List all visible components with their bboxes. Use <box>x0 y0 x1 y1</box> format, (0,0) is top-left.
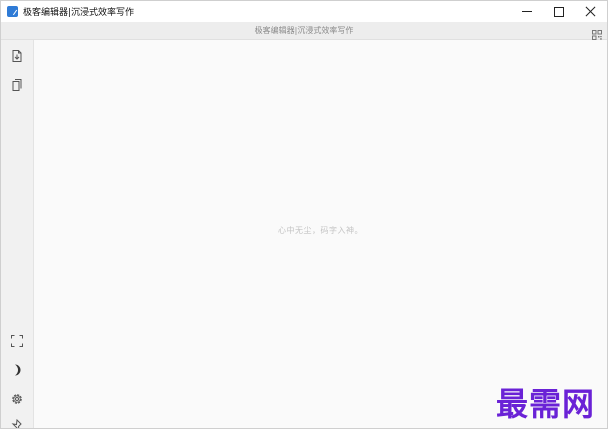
new-file-button[interactable] <box>10 49 24 63</box>
gear-icon <box>12 394 22 404</box>
settings-button[interactable] <box>10 392 24 406</box>
new-file-icon <box>12 50 22 62</box>
app-icon <box>7 6 18 17</box>
close-icon <box>585 6 596 17</box>
window-title: 极客编辑器|沉浸式效率写作 <box>23 8 135 18</box>
maximize-icon <box>554 7 564 17</box>
editor-area[interactable]: 心中无尘，码字入神。 <box>34 40 607 428</box>
fullscreen-button[interactable] <box>10 334 24 348</box>
minimize-button[interactable] <box>511 1 543 22</box>
copy-file-button[interactable] <box>10 78 24 92</box>
pin-icon <box>11 419 22 428</box>
dark-mode-button[interactable] <box>10 363 24 377</box>
pin-button[interactable] <box>10 419 24 428</box>
fullscreen-icon <box>11 335 23 347</box>
window-controls <box>511 1 607 22</box>
maximize-button[interactable] <box>543 1 575 22</box>
moon-icon <box>15 364 21 376</box>
close-button[interactable] <box>575 1 607 22</box>
sidebar <box>1 40 34 428</box>
document-title-bar: 极客编辑器|沉浸式效率写作 <box>1 22 607 40</box>
document-title: 极客编辑器|沉浸式效率写作 <box>254 26 354 35</box>
editor-placeholder: 心中无尘，码字入神。 <box>278 226 363 235</box>
qr-code-icon[interactable] <box>592 25 602 40</box>
copy-file-icon <box>12 79 22 91</box>
app-window: 极客编辑器|沉浸式效率写作 极客编辑器|沉浸式效率写作 心中无尘，码字入神。 最… <box>0 0 608 429</box>
title-bar[interactable]: 极客编辑器|沉浸式效率写作 <box>1 1 607 22</box>
watermark-logo: 最需网 <box>496 385 596 423</box>
minimize-icon <box>522 11 532 12</box>
